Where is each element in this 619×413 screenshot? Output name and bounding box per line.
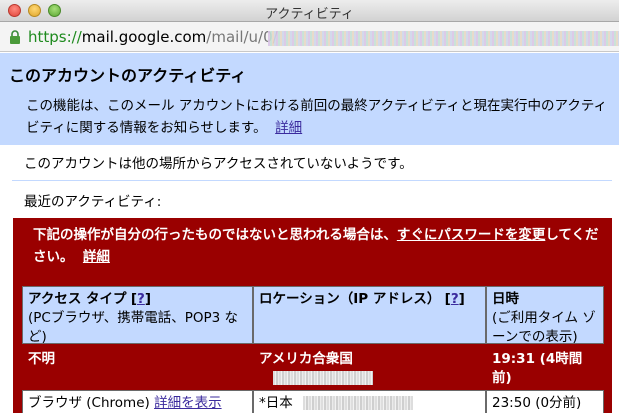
url-scheme: https:// bbox=[28, 28, 82, 46]
column-title: アクセス タイプ bbox=[28, 291, 127, 307]
header-panel: このアカウントのアクティビティ この機能は、このメール アカウントにおける前回の… bbox=[0, 53, 619, 145]
column-title: 日時 bbox=[492, 291, 519, 307]
window-titlebar: アクティビティ bbox=[0, 0, 619, 22]
column-subtitle: (PCブラウザ、携帯電話、POP3 など) bbox=[28, 310, 239, 344]
table-row-time: 23:50 (0分前) bbox=[486, 390, 604, 413]
change-password-link[interactable]: すぐにパスワードを変更 bbox=[397, 227, 546, 243]
column-header-location: ロケーション（IP アドレス） [?] bbox=[253, 286, 486, 344]
column-header-datetime: 日時 (ご利用タイム ゾーンでの表示) bbox=[486, 286, 604, 344]
activity-table: アクセス タイプ [?] (PCブラウザ、携帯電話、POP3 など) ロケーショ… bbox=[13, 276, 612, 413]
column-title: ロケーション（IP アドレス） bbox=[259, 291, 441, 307]
warning-details-link[interactable]: 詳細 bbox=[83, 249, 110, 265]
column-subtitle: (ご利用タイム ゾーンでの表示) bbox=[492, 310, 596, 344]
url-host: mail.google.com bbox=[81, 28, 207, 46]
header-details-link[interactable]: 詳細 bbox=[275, 120, 302, 136]
recent-activity-title: 最近のアクティビティ: bbox=[24, 194, 162, 210]
window-title: アクティビティ bbox=[265, 7, 354, 22]
time-value: 23:50 (0分前) bbox=[492, 395, 582, 411]
table-row-time: 19:31 (4時間前) bbox=[486, 346, 604, 388]
table-row-access: ブラウザ (Chrome) 詳細を表示 bbox=[22, 390, 253, 413]
status-message: このアカウントは他の場所からアクセスされていないようです。 bbox=[24, 156, 413, 172]
location-value: *日本 bbox=[259, 395, 293, 411]
show-details-link[interactable]: 詳細を表示 bbox=[154, 395, 222, 411]
column-header-access-type: アクセス タイプ [?] (PCブラウザ、携帯電話、POP3 など) bbox=[22, 286, 253, 344]
page-title: このアカウントのアクティビティ bbox=[9, 66, 247, 85]
time-value: 19:31 (4時間前) bbox=[492, 351, 583, 386]
url-path: /mail/u/0/ bbox=[206, 28, 278, 46]
table-row-location: アメリカ合衆国 bbox=[253, 346, 486, 388]
redacted-ip bbox=[303, 396, 414, 410]
table-row-location: *日本 bbox=[253, 390, 486, 413]
table-row-access: 不明 bbox=[22, 346, 253, 388]
warning-banner: 下記の操作が自分の行ったものではないと思われる場合は、すぐにパスワードを変更して… bbox=[13, 218, 612, 276]
access-type-value: ブラウザ (Chrome) bbox=[28, 395, 150, 411]
redacted-url-segment bbox=[268, 31, 619, 46]
access-type-value: 不明 bbox=[28, 351, 55, 367]
address-bar[interactable]: https://mail.google.com/mail/u/0/ bbox=[0, 22, 619, 52]
access-type-help-link[interactable]: ? bbox=[137, 291, 145, 307]
location-value: アメリカ合衆国 bbox=[259, 351, 353, 367]
divider bbox=[12, 180, 612, 181]
url-text[interactable]: https://mail.google.com/mail/u/0/ bbox=[28, 28, 278, 46]
page-description: この機能は、このメール アカウントにおける前回の最終アクティビティと現在実行中の… bbox=[26, 95, 611, 139]
redacted-ip bbox=[273, 371, 373, 385]
lock-icon bbox=[10, 30, 20, 44]
description-text: この機能は、このメール アカウントにおける前回の最終アクティビティと現在実行中の… bbox=[26, 98, 608, 136]
warning-text-before: 下記の操作が自分の行ったものではないと思われる場合は、 bbox=[33, 227, 397, 243]
location-help-link[interactable]: ? bbox=[451, 291, 459, 307]
